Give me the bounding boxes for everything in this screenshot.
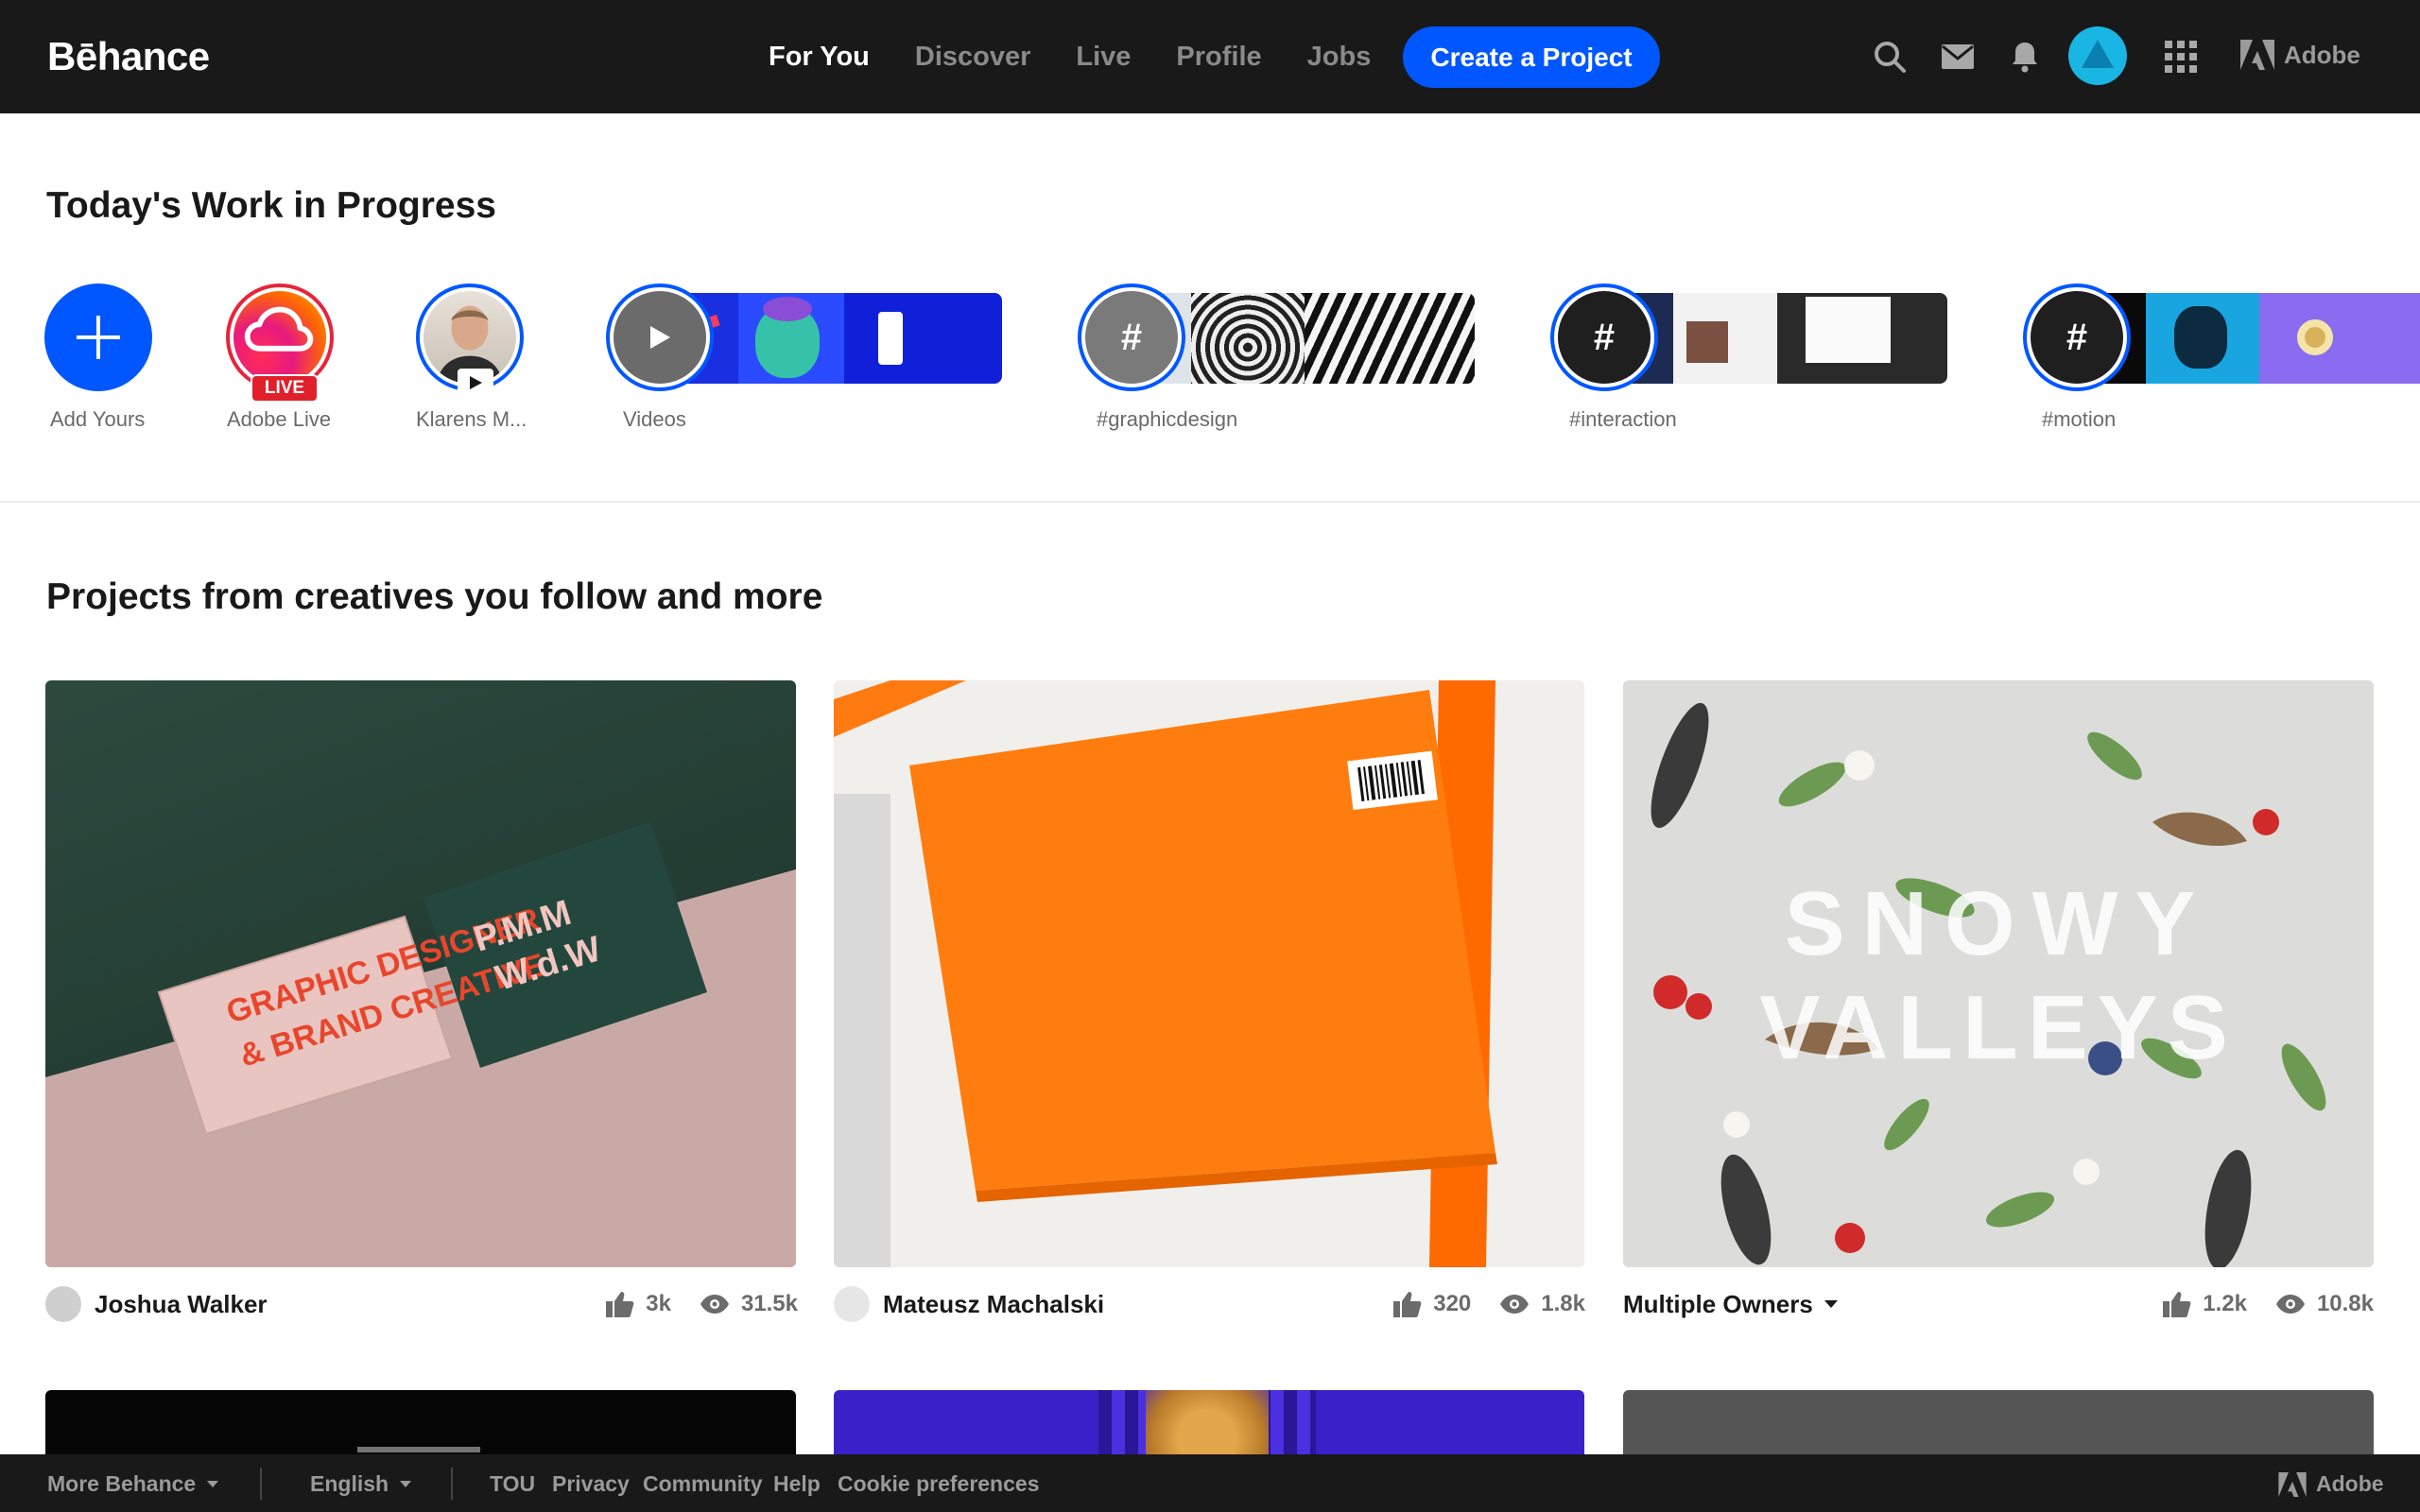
views: 10.8k bbox=[2275, 1291, 2374, 1317]
project-cover-image: SNOWY VALLEYS bbox=[1623, 680, 2374, 1267]
eye-icon bbox=[2275, 1295, 2305, 1314]
footer-link-tou[interactable]: TOU bbox=[490, 1471, 535, 1497]
caret-down-icon bbox=[207, 1481, 219, 1487]
divider bbox=[260, 1468, 262, 1500]
nav-discover[interactable]: Discover bbox=[915, 42, 1031, 73]
views: 31.5k bbox=[700, 1291, 798, 1317]
multiple-owners-dropdown[interactable]: Multiple Owners bbox=[1623, 1285, 1838, 1323]
story-label: Adobe Live bbox=[227, 407, 332, 431]
user-avatar[interactable] bbox=[2068, 26, 2127, 85]
story-label: Add Yours bbox=[50, 407, 146, 431]
appreciations: 3k bbox=[606, 1291, 671, 1317]
project-card-cover[interactable]: SNOWY VALLEYS bbox=[1623, 680, 2374, 1267]
adobe-logo-icon bbox=[2278, 1471, 2307, 1497]
story-add-yours[interactable]: Add Yours bbox=[44, 284, 152, 431]
story-label: #motion bbox=[2042, 407, 2117, 431]
bell-icon[interactable] bbox=[2006, 38, 2044, 76]
project-cover-image bbox=[834, 680, 1584, 1267]
language-dropdown[interactable]: English bbox=[310, 1471, 412, 1497]
project-stats: 1.2k 10.8k bbox=[2135, 1285, 2374, 1323]
project-owner[interactable]: Joshua Walker bbox=[45, 1285, 268, 1323]
hash-icon: # bbox=[2031, 291, 2123, 384]
adobe-label: Adobe bbox=[2284, 40, 2360, 69]
project-stats: 320 1.8k bbox=[1365, 1285, 1585, 1323]
owner-name: Joshua Walker bbox=[95, 1289, 268, 1318]
svg-text:SNOWY: SNOWY bbox=[1785, 873, 2213, 974]
owner-name: Multiple Owners bbox=[1623, 1289, 1813, 1318]
more-behance-dropdown[interactable]: More Behance bbox=[47, 1471, 219, 1497]
behance-logo[interactable]: Bēhance bbox=[47, 34, 210, 79]
project-cover-image: GRAPHIC DESIGNER & BRAND CREATIVE P.M.MW… bbox=[45, 822, 796, 1267]
hash-icon: # bbox=[1085, 291, 1178, 384]
owner-avatar bbox=[834, 1286, 870, 1322]
footer-link-cookie-preferences[interactable]: Cookie preferences bbox=[838, 1471, 1039, 1497]
plus-icon bbox=[44, 284, 152, 391]
thumbs-up-icon bbox=[1393, 1292, 1422, 1317]
caret-down-icon bbox=[400, 1481, 412, 1487]
footer-link-privacy[interactable]: Privacy bbox=[552, 1471, 630, 1497]
footer-link-help[interactable]: Help bbox=[773, 1471, 821, 1497]
nav-for-you[interactable]: For You bbox=[769, 42, 870, 73]
nav-live[interactable]: Live bbox=[1076, 42, 1131, 73]
apps-grid-icon[interactable] bbox=[2162, 38, 2200, 76]
mail-icon[interactable] bbox=[1939, 38, 1977, 76]
footer-link-community[interactable]: Community bbox=[643, 1471, 763, 1497]
nav-jobs[interactable]: Jobs bbox=[1307, 42, 1372, 73]
main-nav: For You Discover Live Profile Jobs bbox=[769, 0, 1416, 113]
thumbs-up-icon bbox=[606, 1292, 634, 1317]
project-card-cover[interactable] bbox=[834, 680, 1584, 1267]
eye-icon bbox=[700, 1295, 729, 1314]
chevron-down-icon bbox=[1824, 1300, 1838, 1308]
adobe-link[interactable]: Adobe bbox=[2240, 40, 2360, 70]
video-play-icon bbox=[458, 369, 493, 397]
story-klarens[interactable]: Klarens M... bbox=[416, 284, 527, 431]
search-icon[interactable] bbox=[1871, 38, 1909, 76]
live-badge: LIVE bbox=[251, 374, 319, 403]
footer-bar: More Behance English TOU Privacy Communi… bbox=[0, 1454, 2420, 1512]
nav-profile[interactable]: Profile bbox=[1176, 42, 1261, 73]
create-project-button[interactable]: Create a Project bbox=[1403, 26, 1660, 88]
eye-icon bbox=[1500, 1295, 1530, 1314]
story-label: #graphicdesign bbox=[1097, 407, 1238, 431]
projects-section-title: Projects from creatives you follow and m… bbox=[46, 576, 823, 617]
views: 1.8k bbox=[1499, 1291, 1585, 1317]
owner-name: Mateusz Machalski bbox=[883, 1289, 1105, 1318]
appreciations: 320 bbox=[1393, 1291, 1471, 1317]
project-card-cover[interactable]: GRAPHIC DESIGNER & BRAND CREATIVE P.M.M W… bbox=[45, 680, 796, 1267]
thumbs-up-icon bbox=[2163, 1292, 2191, 1317]
project-stats: 3k 31.5k bbox=[578, 1285, 798, 1323]
story-label: #interaction bbox=[1569, 407, 1677, 431]
divider bbox=[451, 1468, 453, 1500]
play-icon bbox=[614, 291, 706, 384]
project-owner[interactable]: Mateusz Machalski bbox=[834, 1285, 1104, 1323]
story-label: Klarens M... bbox=[416, 407, 527, 431]
adobe-footer-link[interactable]: Adobe bbox=[2278, 1471, 2384, 1497]
wip-section-title: Today's Work in Progress bbox=[46, 185, 496, 226]
svg-text:VALLEYS: VALLEYS bbox=[1759, 977, 2238, 1078]
section-divider bbox=[0, 501, 2420, 503]
adobe-logo-icon bbox=[2240, 40, 2274, 70]
top-navigation-bar: Bēhance For You Discover Live Profile Jo… bbox=[0, 0, 2420, 113]
appreciations: 1.2k bbox=[2163, 1291, 2247, 1317]
owner-avatar bbox=[45, 1286, 81, 1322]
story-label: Videos bbox=[623, 407, 686, 431]
story-adobe-live[interactable]: LIVE Adobe Live bbox=[226, 284, 334, 431]
hash-icon: # bbox=[1558, 291, 1651, 384]
creative-cloud-icon bbox=[233, 291, 326, 384]
